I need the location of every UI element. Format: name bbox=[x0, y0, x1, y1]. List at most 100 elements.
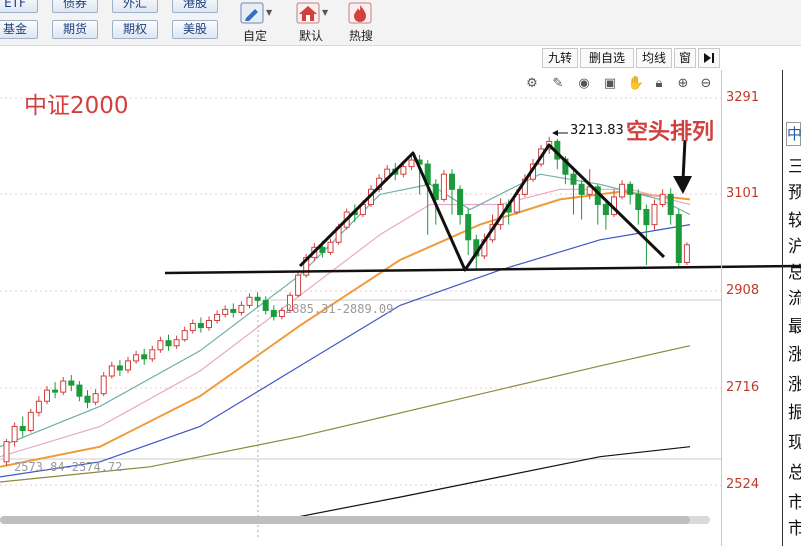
price-tick-label: 2908 bbox=[726, 283, 760, 298]
candle-body bbox=[238, 304, 245, 313]
scrollbar-thumb[interactable] bbox=[0, 516, 690, 524]
candlestick[interactable] bbox=[35, 396, 42, 417]
candlestick[interactable] bbox=[125, 356, 131, 373]
candlestick[interactable] bbox=[440, 170, 447, 202]
candle-body bbox=[327, 241, 334, 253]
candlestick[interactable] bbox=[68, 375, 75, 392]
candle-body bbox=[92, 393, 99, 403]
candlestick[interactable] bbox=[327, 238, 334, 255]
candlestick[interactable] bbox=[667, 188, 674, 225]
quick-button-futures[interactable]: 期货 bbox=[52, 20, 98, 39]
candlestick[interactable] bbox=[92, 389, 99, 406]
candlestick[interactable] bbox=[19, 416, 26, 437]
candle-body bbox=[667, 193, 674, 216]
quick-button-bond[interactable]: 债券 bbox=[52, 0, 98, 13]
candlestick[interactable] bbox=[214, 310, 221, 324]
candlestick[interactable] bbox=[84, 390, 91, 409]
quick-button-etf[interactable]: ETF bbox=[0, 0, 38, 13]
candlestick[interactable] bbox=[424, 160, 431, 235]
quick-button-us-stock[interactable]: 美股 bbox=[172, 20, 218, 39]
candlestick[interactable] bbox=[165, 334, 172, 351]
candlestick[interactable] bbox=[627, 181, 634, 205]
candlestick[interactable] bbox=[635, 189, 642, 225]
side-panel-label: 最 bbox=[788, 317, 801, 337]
candlestick[interactable] bbox=[449, 169, 455, 215]
tool-custom[interactable]: ▼ 自定 bbox=[234, 0, 276, 46]
candle-body bbox=[246, 296, 253, 306]
candle-body bbox=[141, 354, 148, 360]
candlestick[interactable] bbox=[189, 319, 196, 334]
candlestick[interactable] bbox=[60, 377, 67, 396]
candlestick[interactable] bbox=[457, 185, 464, 225]
candle-body bbox=[133, 354, 140, 362]
candlestick[interactable] bbox=[295, 272, 302, 298]
candle-body bbox=[295, 274, 302, 296]
candlestick[interactable] bbox=[3, 439, 10, 466]
candle-body bbox=[125, 360, 131, 371]
candlestick[interactable] bbox=[181, 326, 188, 342]
side-panel-label: 较 bbox=[788, 211, 801, 231]
candlestick[interactable] bbox=[52, 382, 59, 399]
candlestick[interactable] bbox=[278, 307, 285, 320]
candlestick[interactable] bbox=[675, 209, 682, 268]
candle-body bbox=[27, 411, 34, 432]
chevron-down-icon[interactable]: ▼ bbox=[322, 8, 328, 17]
candlestick[interactable] bbox=[11, 422, 18, 447]
candlestick[interactable] bbox=[651, 199, 658, 230]
side-panel-label: 总 bbox=[788, 463, 801, 483]
candlestick[interactable] bbox=[173, 335, 180, 349]
candlestick[interactable] bbox=[157, 336, 164, 353]
tool-default[interactable]: ▼ 默认 bbox=[290, 0, 332, 46]
candlestick[interactable] bbox=[578, 180, 585, 220]
arrow-down-icon bbox=[673, 176, 692, 194]
quick-button-forex[interactable]: 外汇 bbox=[112, 0, 158, 13]
candlestick[interactable] bbox=[27, 408, 34, 433]
candlestick[interactable] bbox=[230, 303, 237, 318]
candlestick[interactable] bbox=[238, 301, 245, 316]
quick-button-hk-stock[interactable]: 港股 bbox=[172, 0, 218, 13]
candlestick[interactable] bbox=[408, 156, 415, 171]
candle-body bbox=[214, 313, 221, 322]
candle-body bbox=[254, 296, 261, 301]
candle-body bbox=[643, 209, 650, 226]
candle-body bbox=[173, 339, 180, 347]
tool-default-label: 默认 bbox=[298, 29, 323, 43]
candle-body bbox=[262, 299, 269, 311]
side-panel-label: 总 bbox=[788, 263, 801, 283]
candlestick[interactable] bbox=[149, 345, 156, 362]
candle-body bbox=[449, 173, 455, 190]
candlestick[interactable] bbox=[44, 386, 50, 405]
quick-button-fund[interactable]: 基金 bbox=[0, 20, 38, 39]
candlestick[interactable] bbox=[465, 208, 472, 255]
candlestick[interactable] bbox=[133, 350, 140, 364]
candlestick[interactable] bbox=[659, 189, 666, 207]
candle-body bbox=[3, 441, 10, 463]
candlestick[interactable] bbox=[108, 361, 115, 379]
side-panel-label: 涨 bbox=[788, 345, 801, 365]
candlestick[interactable] bbox=[683, 242, 690, 266]
candlestick[interactable] bbox=[100, 371, 107, 397]
candle-body bbox=[230, 308, 237, 313]
candlestick[interactable] bbox=[270, 305, 277, 321]
candlestick[interactable] bbox=[141, 348, 148, 365]
candle-body bbox=[465, 214, 472, 241]
candlestick[interactable] bbox=[570, 169, 577, 215]
tool-hot-search[interactable]: 热搜 bbox=[344, 0, 378, 46]
candle-body bbox=[659, 193, 666, 205]
candlestick[interactable] bbox=[222, 305, 229, 318]
quick-button-options[interactable]: 期权 bbox=[112, 20, 158, 39]
candlestick[interactable] bbox=[116, 359, 123, 377]
candlestick[interactable] bbox=[619, 180, 626, 200]
candlestick[interactable] bbox=[206, 316, 212, 331]
price-tick-label: 2716 bbox=[726, 380, 760, 395]
side-panel-label: 现 bbox=[788, 433, 801, 453]
candlestick[interactable] bbox=[197, 317, 204, 333]
candlestick[interactable] bbox=[643, 204, 650, 266]
side-panel-tab[interactable]: 中 bbox=[786, 122, 801, 146]
candlestick[interactable] bbox=[246, 293, 253, 309]
pattern-annotation: 空头排列 bbox=[626, 120, 715, 145]
price-tick-label: 3101 bbox=[726, 186, 760, 201]
candlestick[interactable] bbox=[76, 381, 83, 402]
chevron-down-icon[interactable]: ▼ bbox=[266, 8, 272, 17]
candle-body bbox=[319, 246, 326, 253]
